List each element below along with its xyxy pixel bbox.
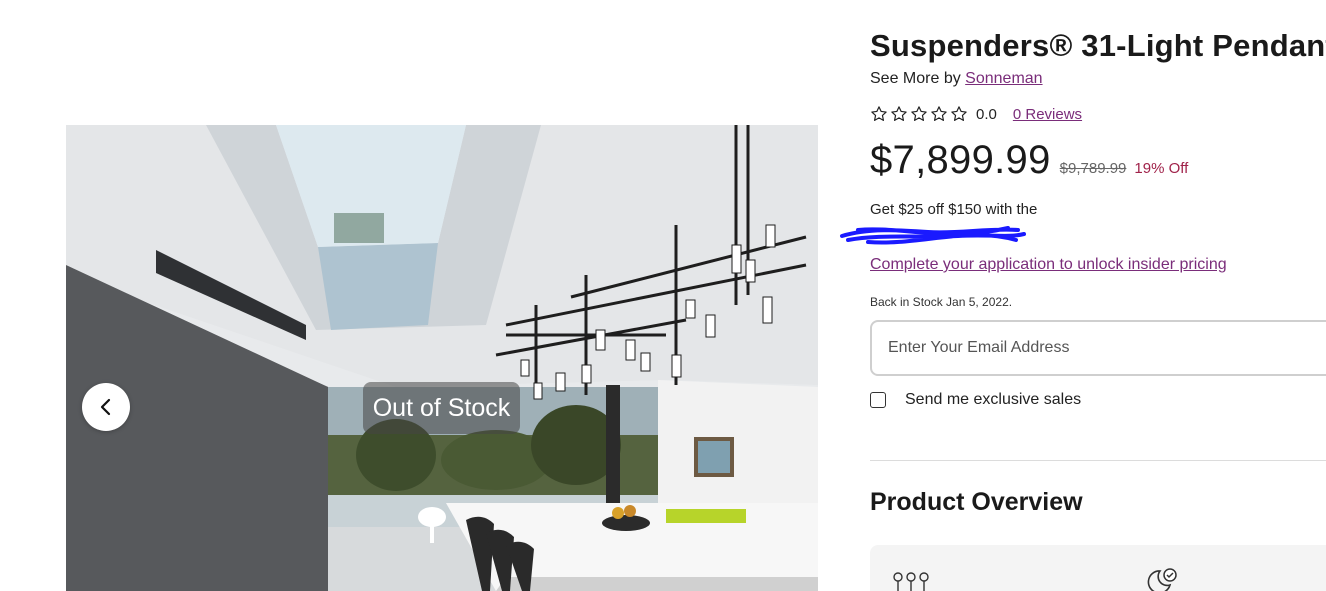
- price-row: $7,899.99 $9,789.99 19% Off: [870, 138, 1188, 183]
- star-outline-icon: [931, 106, 947, 121]
- original-price: $9,789.99: [1059, 160, 1127, 177]
- email-input[interactable]: [870, 320, 1326, 376]
- moon-check-icon: [1147, 568, 1177, 591]
- feature-item: [1142, 567, 1190, 591]
- rating-row: 0.0 0 Reviews: [870, 104, 1082, 124]
- star-outline-icon: [871, 106, 887, 121]
- feature-item: [892, 571, 940, 591]
- back-in-stock-note: Back in Stock Jan 5, 2022.: [870, 295, 1013, 309]
- complete-application-link[interactable]: Complete your application to unlock insi…: [870, 256, 1227, 274]
- see-more-prefix: See More by: [870, 70, 961, 87]
- brand-link[interactable]: Sonneman: [965, 70, 1042, 87]
- optin-label: Send me exclusive sales: [905, 391, 1082, 408]
- previous-image-button[interactable]: [82, 383, 130, 431]
- star-rating: [870, 105, 968, 123]
- chevron-left-icon: [100, 398, 111, 416]
- current-price: $7,899.99: [870, 138, 1051, 182]
- star-outline-icon: [891, 106, 907, 121]
- redaction-scribble: [840, 226, 1026, 245]
- product-overview-title: Product Overview: [870, 488, 1083, 516]
- reviews-link[interactable]: 0 Reviews: [1013, 106, 1082, 123]
- product-image-gallery: [66, 125, 818, 591]
- led-bulbs-icon: [893, 572, 929, 591]
- product-title: Suspenders® 31-Light Pendant: [870, 28, 1326, 63]
- promo-text: Get $25 off $150 with the: [870, 201, 1038, 218]
- star-outline-icon: [951, 106, 967, 121]
- out-of-stock-badge: Out of Stock: [363, 382, 520, 434]
- exclusive-sales-optin[interactable]: Send me exclusive sales: [870, 391, 1081, 409]
- product-photo: [66, 125, 818, 591]
- see-more-by: See More by Sonneman: [870, 70, 1043, 88]
- optin-checkbox[interactable]: [870, 392, 886, 408]
- discount-label: 19% Off: [1134, 160, 1189, 177]
- rating-value: 0.0: [976, 105, 997, 123]
- star-outline-icon: [911, 106, 927, 121]
- section-divider: [870, 460, 1326, 461]
- feature-highlights: [870, 545, 1326, 591]
